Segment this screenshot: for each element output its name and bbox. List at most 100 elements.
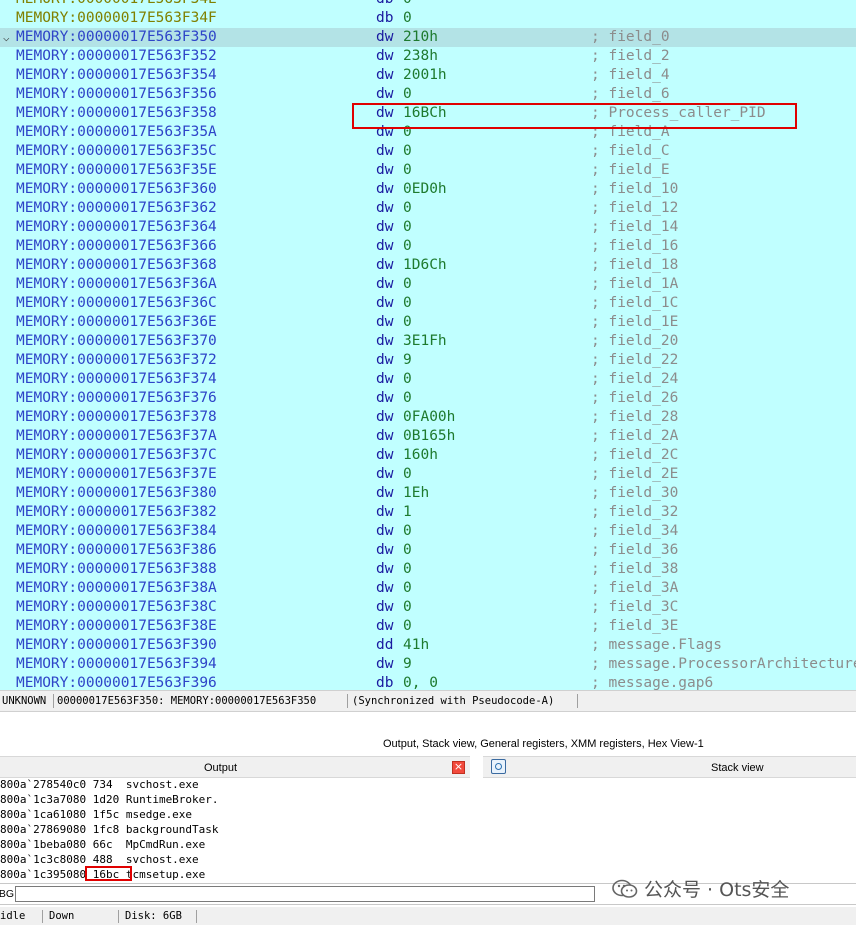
row-mnemonic: dw: [376, 580, 394, 596]
row-mnemonic: dw: [376, 333, 394, 349]
row-comment: ; field_3E: [591, 618, 679, 634]
listing-row[interactable]: MEMORY:00000017E563F35E dw 0 ; field_E: [0, 161, 856, 180]
row-comment: ; field_0: [591, 29, 670, 45]
listing-row[interactable]: MEMORY:00000017E563F38A dw 0 ; field_3A: [0, 579, 856, 598]
row-value: 0: [403, 371, 412, 387]
listing-row[interactable]: MEMORY:00000017E563F360 dw 0ED0h ; field_10: [0, 180, 856, 199]
command-input[interactable]: [15, 886, 595, 902]
row-address: MEMORY:00000017E563F386: [16, 542, 217, 558]
row-mnemonic: dw: [376, 352, 394, 368]
row-address: MEMORY:00000017E563F388: [16, 561, 217, 577]
listing-row[interactable]: MEMORY:00000017E563F36E dw 0 ; field_1E: [0, 313, 856, 332]
row-mnemonic: dw: [376, 276, 394, 292]
stack-view-header[interactable]: Stack view: [483, 756, 856, 778]
row-comment: ; field_2E: [591, 466, 679, 482]
listing-row[interactable]: MEMORY:00000017E563F390 dd 41h ; message.Fl…: [0, 636, 856, 655]
output-line: 800a`278540c0 734 svchost.exe: [0, 778, 199, 791]
row-comment: ; field_12: [591, 200, 679, 216]
listing-row[interactable]: MEMORY:00000017E563F38C dw 0 ; field_3C: [0, 598, 856, 617]
listing-row[interactable]: MEMORY:00000017E563F388 dw 0 ; field_38: [0, 560, 856, 579]
listing-row[interactable]: MEMORY:00000017E563F374 dw 0 ; field_24: [0, 370, 856, 389]
listing-row[interactable]: MEMORY:00000017E563F37A dw 0B165h ; field_2…: [0, 427, 856, 446]
row-mnemonic: dd: [376, 637, 394, 653]
listing-row[interactable]: MEMORY:00000017E563F370 dw 3E1Fh ; field_20: [0, 332, 856, 351]
listing-row[interactable]: MEMORY:00000017E563F372 dw 9 ; field_22: [0, 351, 856, 370]
row-comment: ; field_38: [591, 561, 679, 577]
row-value: 0: [403, 390, 412, 406]
row-mnemonic: dw: [376, 599, 394, 615]
listing-row[interactable]: MEMORY:00000017E563F394 dw 9 ; message.Proc…: [0, 655, 856, 674]
row-value: 0ED0h: [403, 181, 447, 197]
row-comment: ; field_2C: [591, 447, 679, 463]
row-value: 160h: [403, 447, 438, 463]
status-separator: [577, 694, 578, 708]
row-address: MEMORY:00000017E563F354: [16, 67, 217, 83]
row-value: 9: [403, 656, 412, 672]
listing-row[interactable]: MEMORY:00000017E563F362 dw 0 ; field_12: [0, 199, 856, 218]
row-comment: ; message.gap6: [591, 675, 714, 690]
row-comment: ; field_14: [591, 219, 679, 235]
listing-row[interactable]: ⌵ MEMORY:00000017E563F350 dw 210h ; field_0: [0, 28, 856, 47]
row-address: MEMORY:00000017E563F38E: [16, 618, 217, 634]
listing-row[interactable]: MEMORY:00000017E563F382 dw 1 ; field_32: [0, 503, 856, 522]
row-mnemonic: db: [376, 10, 394, 26]
listing-status-bar: UNKNOWN 00000017E563F350: MEMORY:0000001…: [0, 690, 856, 712]
watermark-text: 公众号 · Ots安全: [644, 879, 790, 901]
row-address: MEMORY:00000017E563F35C: [16, 143, 217, 159]
listing-row[interactable]: MEMORY:00000017E563F386 dw 0 ; field_36: [0, 541, 856, 560]
row-value: 0FA00h: [403, 409, 456, 425]
listing-row[interactable]: MEMORY:00000017E563F380 dw 1Eh ; field_30: [0, 484, 856, 503]
output-pane-header[interactable]: Output: [0, 756, 470, 778]
listing-row[interactable]: MEMORY:00000017E563F36A dw 0 ; field_1A: [0, 275, 856, 294]
listing-row[interactable]: MEMORY:00000017E563F34F db 0: [0, 9, 856, 28]
command-language-button[interactable]: WINDBG: [0, 884, 14, 904]
row-mnemonic: dw: [376, 618, 394, 634]
row-comment: ; field_36: [591, 542, 679, 558]
listing-row[interactable]: MEMORY:00000017E563F37C dw 160h ; field_2C: [0, 446, 856, 465]
output-line: 800a`1c3a7080 1d20 RuntimeBroker.: [0, 793, 219, 806]
row-comment: ; field_6: [591, 86, 670, 102]
bottom-status-bar: idle Down Disk: 6GB: [0, 907, 856, 925]
row-mnemonic: dw: [376, 561, 394, 577]
chevron-down-icon[interactable]: ⌵: [3, 28, 10, 47]
listing-row[interactable]: MEMORY:00000017E563F37E dw 0 ; field_2E: [0, 465, 856, 484]
row-comment: ; field_2: [591, 48, 670, 64]
row-value: 0: [403, 219, 412, 235]
row-mnemonic: dw: [376, 86, 394, 102]
listing-row[interactable]: MEMORY:00000017E563F356 dw 0 ; field_6: [0, 85, 856, 104]
row-mnemonic: dw: [376, 219, 394, 235]
close-icon[interactable]: ×: [452, 761, 465, 774]
row-comment: ; field_20: [591, 333, 679, 349]
row-address: MEMORY:00000017E563F38A: [16, 580, 217, 596]
row-comment: ; field_10: [591, 181, 679, 197]
listing-row[interactable]: MEMORY:00000017E563F354 dw 2001h ; field_4: [0, 66, 856, 85]
row-value: 0: [403, 200, 412, 216]
row-address: MEMORY:00000017E563F35A: [16, 124, 217, 140]
row-address: MEMORY:00000017E563F36C: [16, 295, 217, 311]
listing-row[interactable]: MEMORY:00000017E563F35C dw 0 ; field_C: [0, 142, 856, 161]
row-address: MEMORY:00000017E563F358: [16, 105, 217, 121]
listing-row[interactable]: MEMORY:00000017E563F378 dw 0FA00h ; field_2…: [0, 408, 856, 427]
listing-row[interactable]: MEMORY:00000017E563F396 db 0, 0 ; message.g…: [0, 674, 856, 690]
row-address: MEMORY:00000017E563F394: [16, 656, 217, 672]
status-separator: [42, 910, 43, 923]
listing-row[interactable]: MEMORY:00000017E563F368 dw 1D6Ch ; field_18: [0, 256, 856, 275]
row-value: 0: [403, 599, 412, 615]
listing-row[interactable]: MEMORY:00000017E563F36C dw 0 ; field_1C: [0, 294, 856, 313]
row-address: MEMORY:00000017E563F378: [16, 409, 217, 425]
row-value: 0: [403, 0, 412, 9]
dock-tab-strip[interactable]: Output, Stack view, General registers, X…: [0, 734, 856, 754]
listing-row[interactable]: MEMORY:00000017E563F38E dw 0 ; field_3E: [0, 617, 856, 636]
row-address: MEMORY:00000017E563F37C: [16, 447, 217, 463]
row-value: 41h: [403, 637, 430, 653]
listing-row[interactable]: MEMORY:00000017E563F366 dw 0 ; field_16: [0, 237, 856, 256]
listing-row[interactable]: MEMORY:00000017E563F352 dw 238h ; field_2: [0, 47, 856, 66]
listing-row[interactable]: MEMORY:00000017E563F34E db 0: [0, 0, 856, 9]
row-comment: ; field_C: [591, 143, 670, 159]
row-address: MEMORY:00000017E563F356: [16, 86, 217, 102]
listing-row[interactable]: MEMORY:00000017E563F384 dw 0 ; field_34: [0, 522, 856, 541]
listing-row[interactable]: MEMORY:00000017E563F364 dw 0 ; field_14: [0, 218, 856, 237]
listing-row[interactable]: MEMORY:00000017E563F376 dw 0 ; field_26: [0, 389, 856, 408]
dock-tabs-label[interactable]: Output, Stack view, General registers, X…: [383, 734, 704, 754]
row-value: 0: [403, 466, 412, 482]
